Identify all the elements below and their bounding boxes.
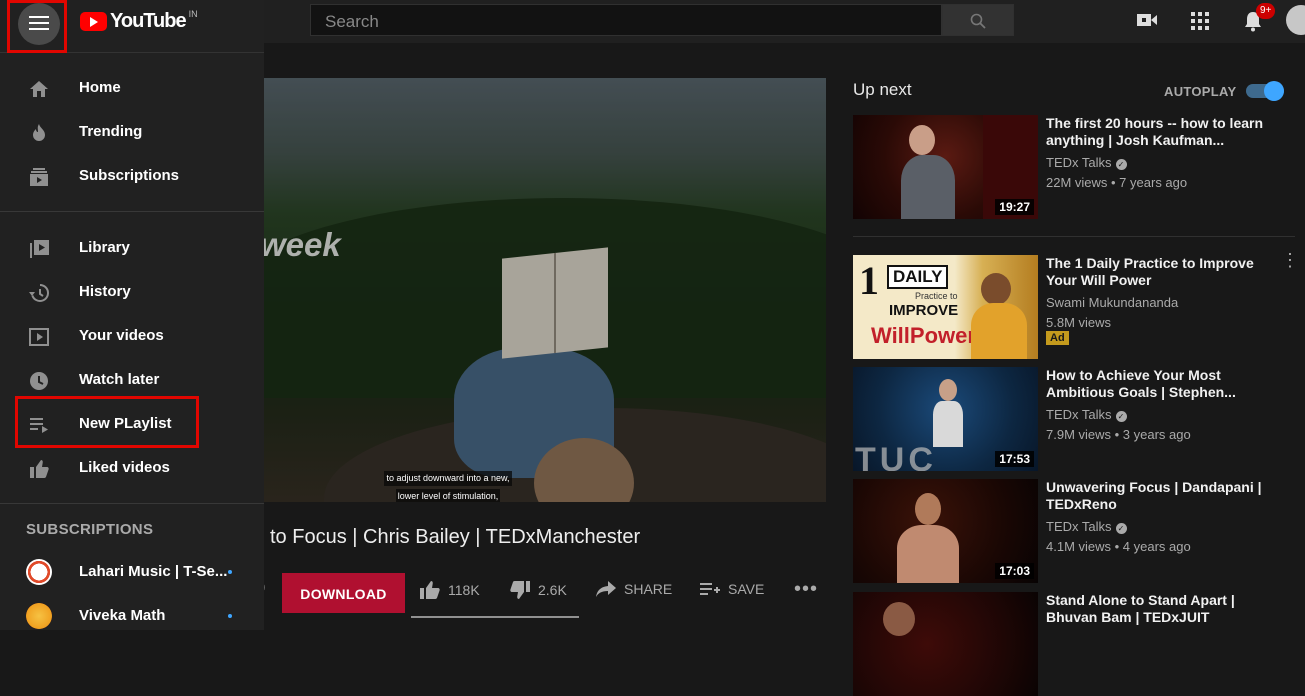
- sidebar-divider: [0, 503, 264, 504]
- search-placeholder: Search: [325, 12, 379, 31]
- video-thumbnail[interactable]: 19:27: [853, 115, 1038, 219]
- channel-avatar: [26, 559, 52, 585]
- home-icon: [30, 81, 48, 97]
- library-icon: [30, 240, 49, 258]
- recommended-video[interactable]: TUC 17:53 How to Achieve Your Most Ambit…: [853, 367, 1305, 471]
- more-options-icon[interactable]: ⋮: [1281, 251, 1299, 269]
- thumbs-down-icon: [510, 581, 530, 599]
- video-thumbnail[interactable]: 1 DAILY Practice to IMPROVE WillPower: [853, 255, 1038, 359]
- sidebar-item-your-videos[interactable]: Your videos: [0, 316, 264, 356]
- history-icon: [29, 284, 49, 302]
- sidebar-item-home[interactable]: Home: [0, 68, 264, 108]
- sidebar-divider: [0, 211, 264, 212]
- subscriptions-heading: SUBSCRIPTIONS: [26, 521, 154, 538]
- video-title[interactable]: The 1 Daily Practice to Improve Your Wil…: [1046, 255, 1271, 289]
- autoplay-label: AUTOPLAY: [1164, 84, 1237, 99]
- video-duration: 17:03: [995, 563, 1034, 579]
- closed-caption: to adjust downward into a new, lower lev…: [378, 468, 518, 502]
- subscriptions-icon: [30, 168, 48, 186]
- sidebar-item-library[interactable]: Library: [0, 228, 264, 268]
- guide-sidebar: YouTube IN Home Trending Subscriptions L…: [0, 0, 264, 630]
- verified-check-icon: ✓: [1115, 159, 1127, 170]
- video-metadata: 4.1M views • 4 years ago: [1046, 539, 1191, 554]
- search-button[interactable]: [942, 4, 1014, 36]
- recommended-video[interactable]: Stand Alone to Stand Apart | Bhuvan Bam …: [853, 592, 1305, 696]
- youtube-play-icon: [80, 12, 107, 31]
- up-next-heading: Up next: [853, 80, 912, 99]
- video-thumbnail[interactable]: 17:03: [853, 479, 1038, 583]
- video-title[interactable]: The first 20 hours -- how to learn anyth…: [1046, 115, 1271, 149]
- ad-badge: Ad: [1046, 331, 1069, 345]
- sidebar-item-watch-later[interactable]: Watch later: [0, 360, 264, 400]
- create-video-icon[interactable]: [1136, 11, 1158, 29]
- channel-name[interactable]: TEDx Talks ✓: [1046, 155, 1127, 170]
- video-metadata: 5.8M views: [1046, 315, 1112, 330]
- like-dislike-ratio-bar: [411, 616, 579, 618]
- like-button[interactable]: 118K: [420, 581, 480, 599]
- new-content-dot: [228, 570, 232, 574]
- sidebar-item-history[interactable]: History: [0, 272, 264, 312]
- share-arrow-icon: [596, 581, 616, 597]
- channel-name[interactable]: Swami Mukundananda: [1046, 295, 1178, 310]
- channel-name[interactable]: TEDx Talks ✓: [1046, 407, 1127, 422]
- recommended-video-ad[interactable]: 1 DAILY Practice to IMPROVE WillPower Th…: [853, 251, 1305, 359]
- video-duration: 17:53: [995, 451, 1034, 467]
- video-thumbnail[interactable]: [853, 592, 1038, 696]
- country-code: IN: [188, 8, 198, 19]
- highlight-box-menu: [7, 0, 67, 53]
- youtube-logo[interactable]: YouTube IN: [80, 8, 198, 33]
- thumbs-up-icon: [420, 581, 440, 599]
- divider: [853, 236, 1295, 237]
- video-metadata: 7.9M views • 3 years ago: [1046, 427, 1191, 442]
- search-input[interactable]: Search: [310, 4, 942, 36]
- channel-avatar: [26, 603, 52, 629]
- video-title: to Focus | Chris Bailey | TEDxManchester: [270, 526, 641, 548]
- search-icon: [970, 13, 986, 29]
- video-thumbnail[interactable]: TUC 17:53: [853, 367, 1038, 471]
- sidebar-item-trending[interactable]: Trending: [0, 112, 264, 152]
- verified-check-icon: ✓: [1115, 411, 1127, 422]
- highlight-box-new-playlist: [15, 396, 199, 448]
- your-videos-icon: [29, 328, 49, 346]
- sidebar-header: YouTube IN: [0, 0, 264, 53]
- dislike-count: 2.6K: [538, 582, 567, 598]
- account-avatar[interactable]: [1286, 5, 1305, 35]
- notification-count-badge: 9+: [1256, 3, 1276, 19]
- clock-icon: [30, 372, 48, 390]
- new-content-dot: [228, 614, 232, 618]
- subscription-channel[interactable]: Viveka Math: [0, 596, 264, 636]
- fire-icon: [33, 124, 45, 141]
- save-to-playlist-icon: [700, 583, 720, 595]
- share-button[interactable]: SHARE: [596, 581, 672, 597]
- subscription-channel[interactable]: Lahari Music | T-Se...: [0, 552, 264, 592]
- video-title[interactable]: How to Achieve Your Most Ambitious Goals…: [1046, 367, 1271, 401]
- save-label: SAVE: [728, 581, 765, 597]
- thumbs-up-icon: [30, 460, 49, 478]
- sidebar-item-subscriptions[interactable]: Subscriptions: [0, 156, 264, 196]
- video-title[interactable]: Stand Alone to Stand Apart | Bhuvan Bam …: [1046, 592, 1271, 626]
- sidebar-item-liked-videos[interactable]: Liked videos: [0, 448, 264, 488]
- recommended-video[interactable]: 19:27 The first 20 hours -- how to learn…: [853, 115, 1305, 219]
- more-actions-icon[interactable]: •••: [794, 578, 818, 601]
- video-title[interactable]: Unwavering Focus | Dandapani | TEDxReno: [1046, 479, 1271, 513]
- channel-name[interactable]: TEDx Talks ✓: [1046, 519, 1127, 534]
- video-duration: 19:27: [995, 199, 1034, 215]
- autoplay-toggle[interactable]: [1246, 81, 1284, 101]
- dislike-button[interactable]: 2.6K: [510, 581, 567, 599]
- like-count: 118K: [448, 582, 480, 598]
- recommended-video[interactable]: 17:03 Unwavering Focus | Dandapani | TED…: [853, 479, 1305, 583]
- save-button[interactable]: SAVE: [700, 581, 764, 597]
- verified-check-icon: ✓: [1115, 523, 1127, 534]
- video-player[interactable]: week to adjust downward into a new, lowe…: [264, 78, 826, 502]
- apps-grid-icon[interactable]: [1190, 11, 1210, 31]
- video-metadata: 22M views • 7 years ago: [1046, 175, 1188, 190]
- player-overlay-text: week: [264, 226, 341, 263]
- download-button[interactable]: DOWNLOAD: [282, 573, 405, 613]
- share-label: SHARE: [624, 581, 673, 597]
